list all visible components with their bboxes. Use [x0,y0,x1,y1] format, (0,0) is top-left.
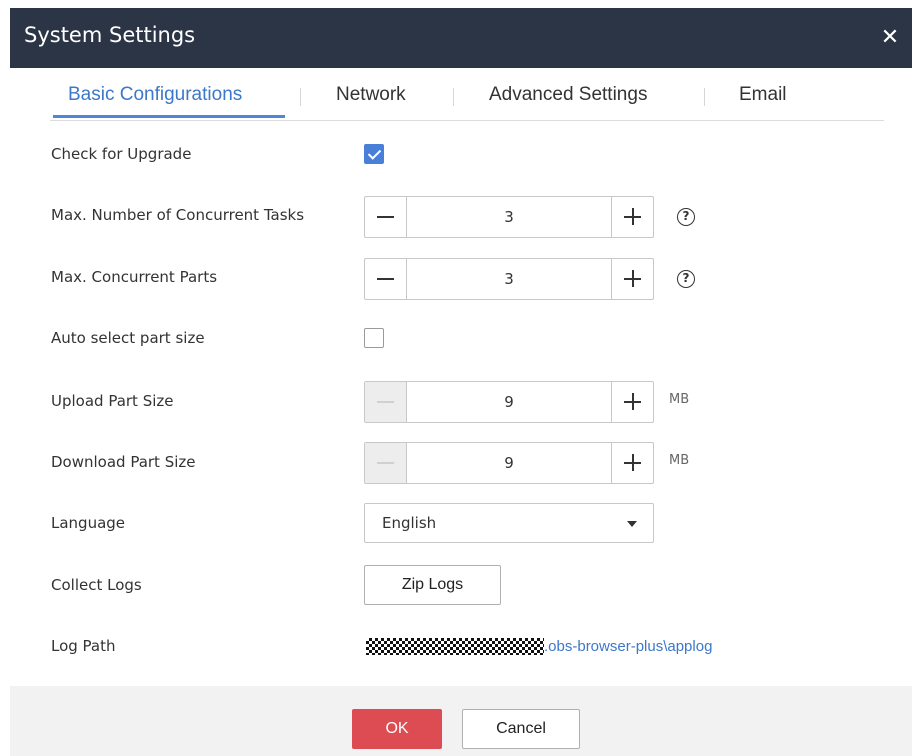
increment-button[interactable] [611,382,653,422]
upload-part-size-value[interactable]: 9 [407,382,611,422]
decrement-button[interactable] [365,259,407,299]
decrement-button[interactable] [365,197,407,237]
download-part-size-value[interactable]: 9 [407,443,611,483]
tab-basic-configurations[interactable]: Basic Configurations [68,84,242,106]
redacted-path-segment [366,638,544,655]
tab-email[interactable]: Email [739,84,787,106]
caret-down-icon [627,521,637,527]
log-path-link[interactable]: .obs-browser-plus\applog [544,638,712,655]
max-concurrent-tasks-value[interactable]: 3 [407,197,611,237]
max-concurrent-parts-label: Max. Concurrent Parts [51,268,218,286]
increment-button[interactable] [611,259,653,299]
active-tab-indicator [53,115,285,118]
cancel-button[interactable]: Cancel [462,709,580,749]
tab-advanced-settings[interactable]: Advanced Settings [489,84,647,106]
max-concurrent-parts-value[interactable]: 3 [407,259,611,299]
tab-divider [300,88,301,106]
tab-divider [704,88,705,106]
max-concurrent-tasks-stepper: 3 [364,196,654,238]
auto-part-size-label: Auto select part size [51,329,205,347]
dialog-title-bar: System Settings ✕ [10,8,912,68]
upload-part-size-unit: MB [669,392,690,407]
language-label: Language [51,514,126,532]
language-select[interactable]: English [364,503,654,543]
tab-bar: Basic Configurations Network Advanced Se… [50,68,884,121]
upload-part-size-stepper: 9 [364,381,654,423]
tab-divider [453,88,454,106]
zip-logs-button[interactable]: Zip Logs [364,565,501,605]
download-part-size-label: Download Part Size [51,453,196,471]
close-icon[interactable]: ✕ [878,26,902,50]
increment-button[interactable] [611,197,653,237]
tab-network[interactable]: Network [336,84,406,106]
download-part-size-unit: MB [669,453,690,468]
max-concurrent-tasks-label: Max. Number of Concurrent Tasks [51,206,305,224]
help-icon[interactable]: ? [677,208,695,226]
check-upgrade-checkbox[interactable] [364,144,384,164]
decrement-button [365,443,407,483]
checkmark-icon [367,146,382,160]
help-icon[interactable]: ? [677,270,695,288]
ok-button[interactable]: OK [352,709,442,749]
log-path-value: .obs-browser-plus\applog [366,636,712,656]
increment-button[interactable] [611,443,653,483]
dialog-title: System Settings [24,23,196,47]
max-concurrent-parts-stepper: 3 [364,258,654,300]
check-upgrade-label: Check for Upgrade [51,145,192,163]
decrement-button [365,382,407,422]
log-path-label: Log Path [51,637,116,655]
language-selected-value: English [382,514,437,532]
dialog-footer: OK Cancel [10,686,912,756]
collect-logs-label: Collect Logs [51,576,142,594]
download-part-size-stepper: 9 [364,442,654,484]
auto-part-size-checkbox[interactable] [364,328,384,348]
upload-part-size-label: Upload Part Size [51,392,174,410]
